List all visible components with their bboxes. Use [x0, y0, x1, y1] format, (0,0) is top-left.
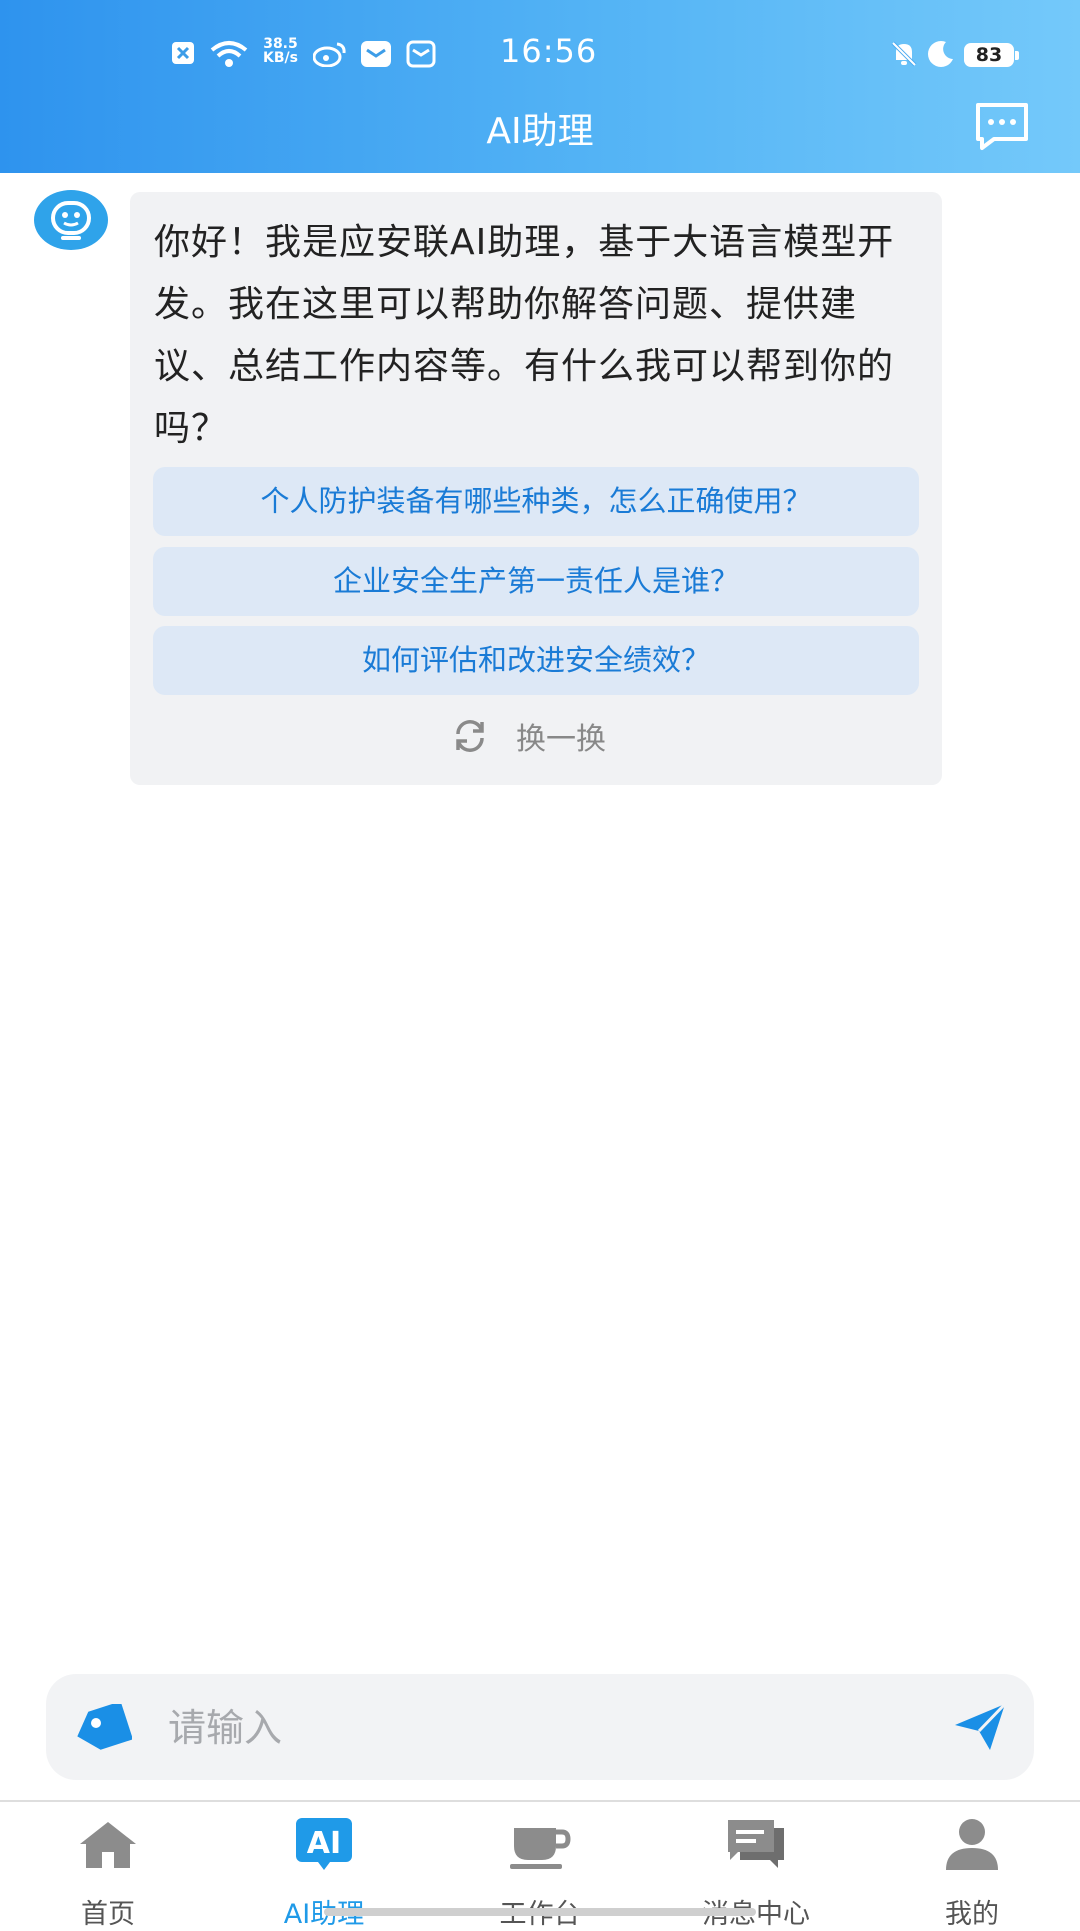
tab-messages[interactable]: 消息中心	[648, 1802, 864, 1930]
ai-message-bubble: 你好！我是应安联AI助理，基于大语言模型开发。我在这里可以帮助你解答问题、提供建…	[130, 192, 942, 785]
coffee-cup-icon	[510, 1828, 571, 1869]
home-indicator[interactable]	[324, 1908, 756, 1916]
wifi-icon	[210, 41, 248, 67]
mute-bell-icon	[891, 41, 917, 67]
home-icon	[80, 1822, 136, 1868]
greeting-text: 你好！我是应安联AI助理，基于大语言模型开发。我在这里可以帮助你解答问题、提供建…	[154, 222, 895, 449]
svg-text:AI: AI	[307, 1826, 341, 1861]
refresh-label: 换一换	[516, 722, 606, 757]
ai-avatar	[34, 190, 108, 250]
chat-input-bar	[46, 1674, 1034, 1780]
email-icon	[406, 40, 436, 68]
status-bar: 38.5 KB/s 16:56 83	[0, 0, 1080, 110]
tab-home[interactable]: 首页	[0, 1802, 216, 1930]
page-title: AI助理	[486, 111, 594, 152]
tab-label: 首页	[81, 1899, 135, 1930]
robot-icon	[51, 201, 91, 240]
weibo-icon	[313, 42, 346, 67]
message-dots-icon[interactable]	[974, 101, 1030, 151]
chat-input[interactable]	[166, 1696, 890, 1760]
suggestion-chip[interactable]: 企业安全生产第一责任人是谁？	[153, 547, 919, 616]
moon-icon	[928, 41, 953, 67]
refresh-icon	[456, 720, 484, 752]
suggestion-chip[interactable]: 个人防护装备有哪些种类，怎么正确使用？	[153, 467, 919, 536]
status-time: 16:56	[500, 32, 598, 70]
tab-workbench[interactable]: 工作台	[432, 1802, 648, 1930]
send-icon[interactable]	[952, 1701, 1008, 1753]
mail-app-icon	[361, 41, 391, 67]
app-header: 38.5 KB/s 16:56 83 AI助理	[0, 0, 1080, 173]
tag-icon[interactable]	[74, 1704, 132, 1752]
net-speed: 38.5 KB/s	[263, 36, 298, 66]
notification-x-icon	[172, 42, 194, 64]
tab-ai-assistant[interactable]: AI AI助理	[216, 1802, 432, 1930]
battery-icon: 83	[964, 43, 1019, 67]
bottom-tab-bar: 首页 AI AI助理 工作台 消息中心 我的	[0, 1800, 1080, 1930]
tab-label: 我的	[945, 1899, 999, 1930]
ai-icon: AI	[296, 1818, 352, 1870]
chat-bubbles-icon	[728, 1820, 784, 1868]
suggestion-chip[interactable]: 如何评估和改进安全绩效？	[153, 626, 919, 695]
user-icon	[946, 1819, 998, 1870]
tab-profile[interactable]: 我的	[864, 1802, 1080, 1930]
